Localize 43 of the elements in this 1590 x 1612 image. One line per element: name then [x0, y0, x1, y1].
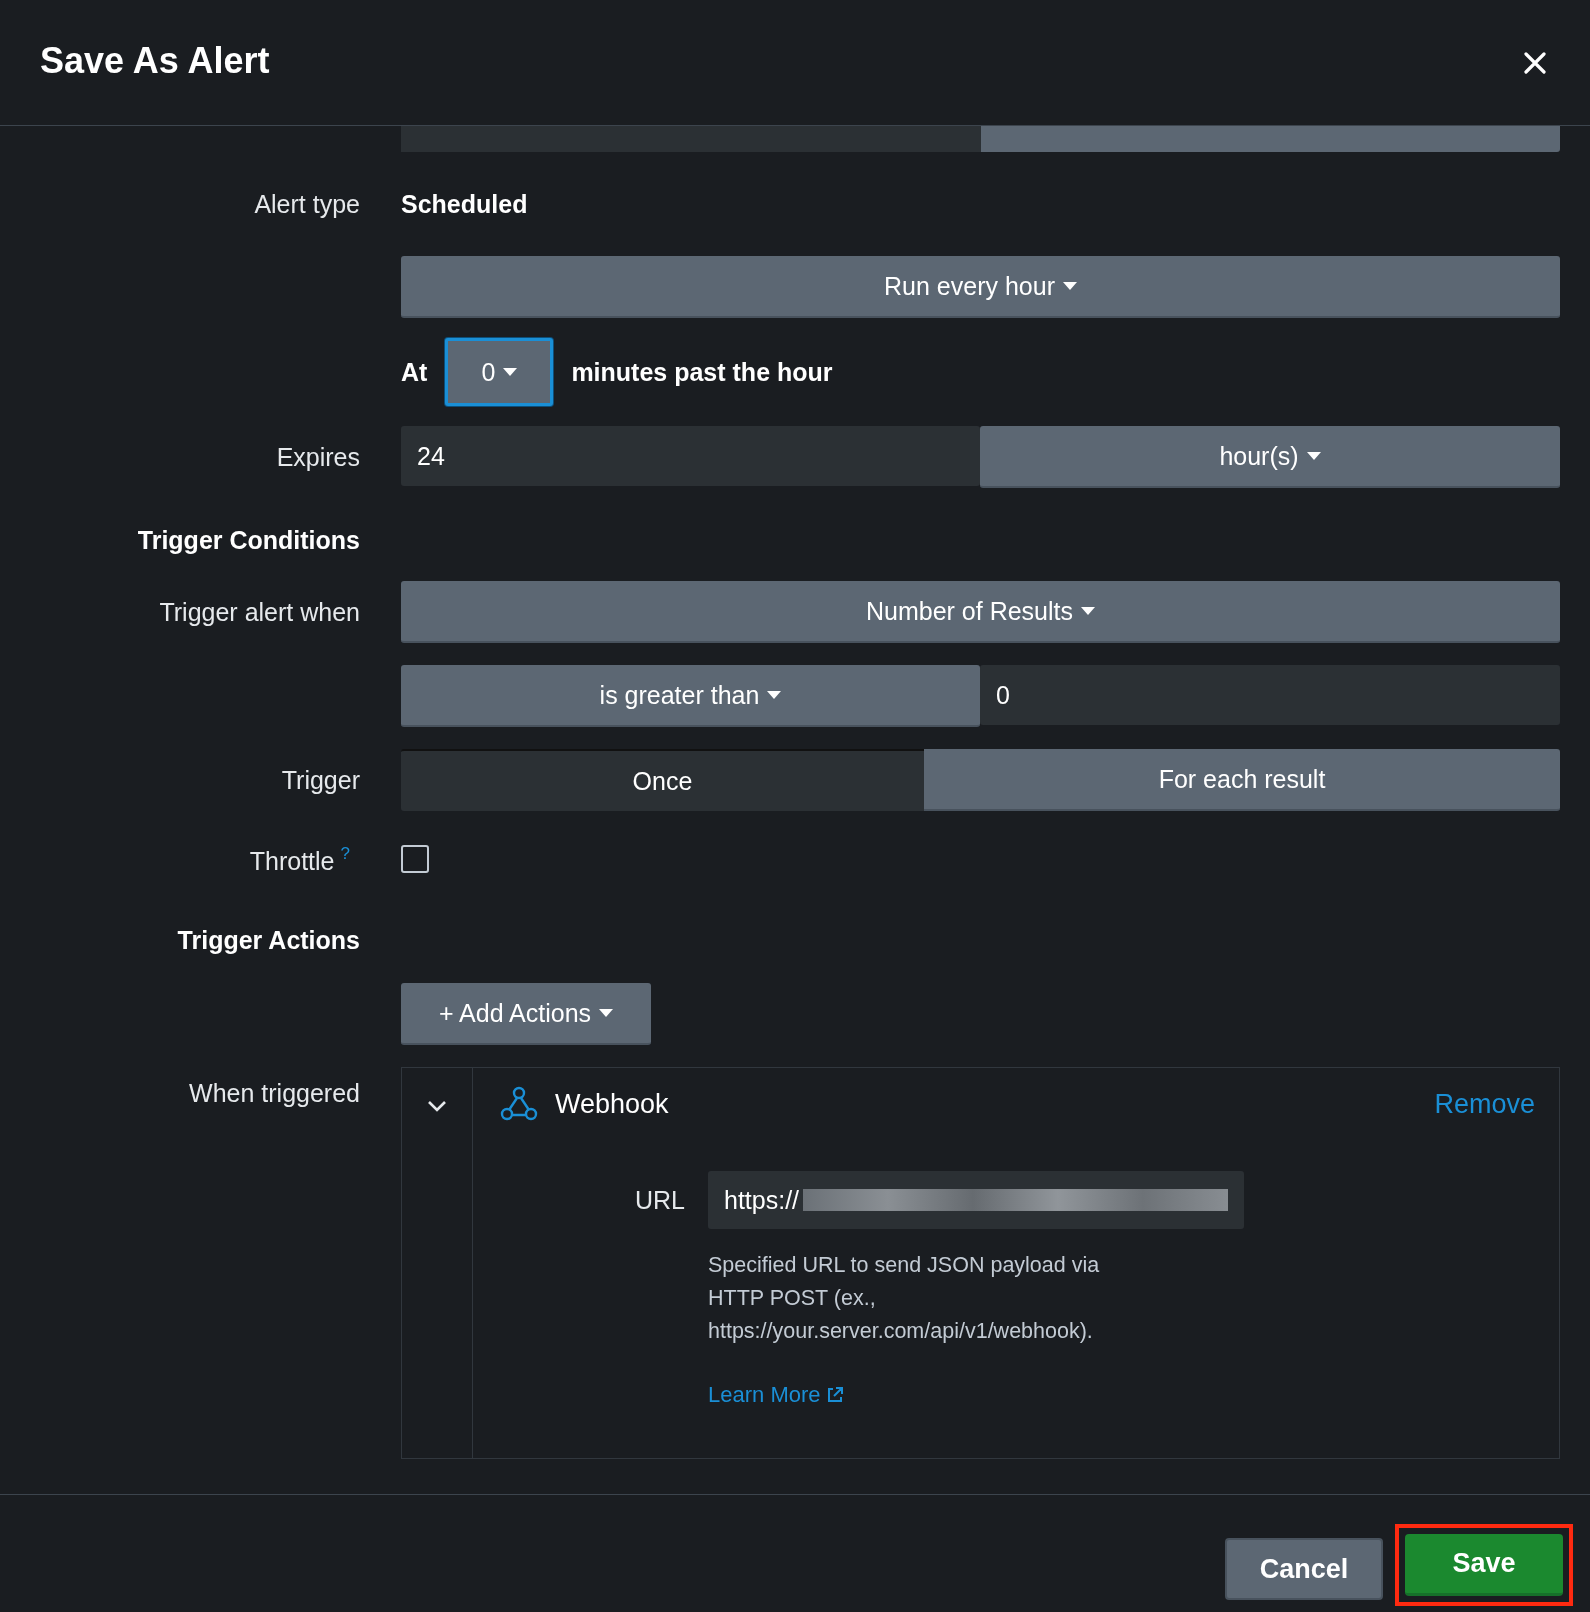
throttle-checkbox[interactable]	[401, 845, 429, 873]
field-label: Expires	[275, 442, 360, 472]
alert-type-value: Scheduled	[401, 190, 528, 218]
caret-icon	[599, 1009, 614, 1017]
condition-dropdown[interactable]: Number of Results	[401, 581, 1560, 643]
caret-icon	[503, 368, 518, 376]
chevron-icon[interactable]	[427, 1100, 447, 1112]
close-icon[interactable]	[1524, 51, 1546, 74]
external-link-icon	[825, 1386, 844, 1404]
permission-toggle[interactable]	[980, 126, 1560, 152]
add-actions-dropdown[interactable]: + Add Actions	[401, 983, 651, 1045]
field-label: When triggered	[188, 1079, 360, 1108]
permission-toggle[interactable]	[401, 126, 981, 152]
remove-link[interactable]: Remove	[1434, 1088, 1535, 1120]
threshold-input[interactable]: 0	[980, 665, 1560, 725]
section-heading: Trigger Conditions	[136, 525, 360, 556]
minutes-suffix: minutes past the hour	[571, 357, 833, 387]
learn-more-link[interactable]: Learn More	[708, 1382, 844, 1408]
schedule-dropdown[interactable]: Run every hour	[401, 256, 1560, 318]
trigger-toggle[interactable]: For each result	[924, 749, 1560, 811]
caret-icon	[1081, 607, 1095, 615]
field-label: Trigger	[280, 765, 360, 795]
expires-input[interactable]: 24	[401, 426, 980, 486]
field-label: Trigger alert when	[158, 597, 360, 627]
dialog-button[interactable]: Cancel	[1225, 1538, 1383, 1600]
dialog-title: Save As Alert	[40, 39, 270, 82]
field-label: URL	[634, 1185, 685, 1215]
caret-icon	[1306, 452, 1321, 460]
comparison-dropdown[interactable]: is greater than	[401, 665, 980, 727]
field-label: Throttle	[249, 846, 335, 877]
url-input[interactable]: https://	[708, 1171, 1244, 1229]
minute-dropdown[interactable]: 0	[445, 338, 554, 406]
action-name: Webhook	[555, 1088, 669, 1120]
at-label: At	[401, 357, 428, 387]
help-text: Specified URL to send JSON payload via HTTP POST (ex., https://your.server.com/api/v1/webhook).	[708, 1252, 1101, 1345]
section-heading: Trigger Actions	[176, 925, 360, 956]
trigger-toggle[interactable]: Once	[401, 749, 924, 811]
help-link[interactable]: ?	[340, 845, 350, 863]
unit-dropdown[interactable]: hour(s)	[980, 426, 1560, 488]
caret-icon	[767, 691, 782, 699]
dialog-button[interactable]: Save	[1405, 1534, 1563, 1596]
caret-icon	[1062, 282, 1077, 290]
field-label: Alert type	[253, 189, 360, 220]
